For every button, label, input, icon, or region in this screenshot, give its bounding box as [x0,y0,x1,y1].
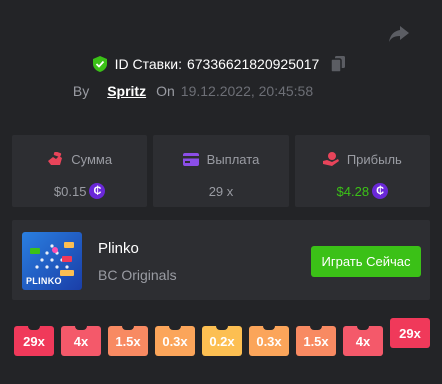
stat-payout-label: Выплата [206,151,260,167]
game-provider: BC Originals [98,267,177,283]
user-link[interactable]: Spritz [107,83,146,99]
stat-amount-label: Сумма [71,151,113,167]
game-thumbnail[interactable]: PLINKO [22,232,82,290]
on-label: On [156,83,175,99]
coin-icon: ₵ [372,183,389,199]
multiplier-slot-hit: 29x [390,318,430,348]
game-card: PLINKO Plinko BC Originals Играть Сейчас [12,220,430,300]
multiplier-slot: 29x [14,326,54,356]
multiplier-slot: 1.5x [108,326,148,356]
bet-stats: Сумма $0.15 ₵ Выплата 29 x Прибыль $4.28… [12,135,430,207]
by-label: By [72,83,90,99]
payout-card-icon [182,152,199,166]
bet-datetime: 19.12.2022, 20:45:58 [180,83,314,99]
stat-payout-value: 29 x [208,183,234,199]
copy-icon[interactable] [331,56,346,72]
multiplier-slot: 4x [343,326,383,356]
stat-payout: Выплата 29 x [153,135,289,207]
bet-id-value: 67336621820925017 [186,56,320,72]
multiplier-slot: 0.2x [202,326,242,356]
stat-profit: Прибыль $4.28 ₵ [294,135,430,207]
profit-hand-icon [322,152,339,166]
coin-icon: ₵ [89,183,106,199]
multiplier-slot: 0.3x [249,326,289,356]
game-thumbnail-label: PLINKO [26,276,62,286]
game-name: Plinko [98,240,139,257]
play-now-button[interactable]: Играть Сейчас [311,246,421,277]
multiplier-slot: 4x [61,326,101,356]
bet-meta-row: By Spritz On 19.12.2022, 20:45:58 [0,80,442,102]
bet-amount-icon [48,152,63,165]
stat-amount-value: $0.15 [53,183,87,199]
stat-profit-value: $4.28 [336,183,370,199]
bet-id-row: ID Ставки: 67336621820925017 [0,53,442,75]
multiplier-slot: 0.3x [155,326,195,356]
stat-amount: Сумма $0.15 ₵ [12,135,148,207]
verified-shield-icon [92,56,107,72]
multiplier-row: 29x 4x 1.5x 0.3x 0.2x 0.3x 1.5x 4x 29x [14,318,440,368]
multiplier-slot: 1.5x [296,326,336,356]
stat-profit-label: Прибыль [346,151,402,167]
bet-id-label: ID Ставки: [114,56,182,72]
share-icon[interactable] [388,24,410,44]
